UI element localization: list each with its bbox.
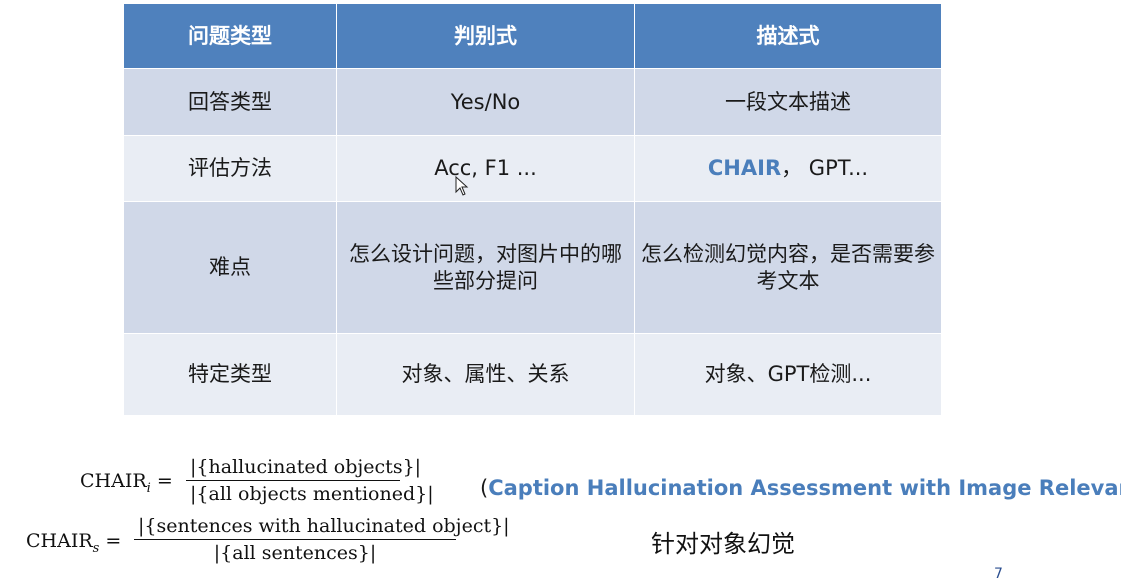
formula-chair-s-sub: s (92, 540, 100, 556)
caption-text: Caption Hallucination Assessment with Im… (488, 476, 1121, 500)
caption-open-paren: ( (480, 476, 489, 500)
formula-chair-i-numerator: |{hallucinated objects}| (190, 456, 422, 478)
cell-answer-discriminative: Yes/No (337, 69, 635, 136)
object-hallucination-note: 针对对象幻觉 (651, 530, 795, 558)
chair-label: CHAIR (707, 156, 782, 180)
row-label-eval-method: 评估方法 (124, 136, 337, 202)
eval-descriptive-rest: ， GPT... (781, 156, 869, 180)
header-question-type: 问题类型 (124, 4, 337, 69)
row-label-difficulty: 难点 (124, 202, 337, 334)
cell-type-descriptive: 对象、GPT检测... (635, 334, 941, 416)
formula-chair-s-numerator: |{sentences with hallucinated object}| (138, 515, 510, 537)
formula-chair-s-denominator: |{all sentences}| (213, 542, 377, 564)
formula-chair-i-fraction: |{hallucinated objects}| |{all objects m… (186, 456, 434, 505)
cell-difficulty-descriptive: 怎么检测幻觉内容，是否需要参考文本 (635, 202, 941, 334)
row-label-specific-type: 特定类型 (124, 334, 337, 416)
header-descriptive: 描述式 (635, 4, 941, 69)
formula-chair-i-name: CHAIR (80, 470, 147, 492)
chair-expansion-caption: (Caption Hallucination Assessment with I… (480, 476, 1121, 500)
cell-type-discriminative: 对象、属性、关系 (337, 334, 635, 416)
cell-difficulty-discriminative: 怎么设计问题，对图片中的哪些部分提问 (337, 202, 635, 334)
fraction-bar (134, 539, 456, 540)
formula-chair-s-lhs: CHAIRs = (26, 530, 122, 556)
formula-chair-s-fraction: |{sentences with hallucinated object}| |… (134, 515, 510, 564)
formula-chair-i-sub: i (146, 480, 151, 496)
comparison-table: 问题类型 判别式 描述式 回答类型 Yes/No 一段文本描述 评估方法 Acc… (124, 4, 941, 416)
formula-chair-s-name: CHAIR (26, 530, 93, 552)
cell-answer-descriptive: 一段文本描述 (635, 69, 941, 136)
formula-chair-i-denominator: |{all objects mentioned}| (190, 483, 434, 505)
formula-chair-i-lhs: CHAIRi = (80, 470, 173, 496)
fraction-bar (186, 480, 400, 481)
mouse-pointer-icon (455, 176, 469, 196)
cell-eval-descriptive: CHAIR， GPT... (635, 136, 941, 202)
cell-eval-discriminative: Acc, F1 ... (337, 136, 635, 202)
header-discriminative: 判别式 (337, 4, 635, 69)
row-label-answer-type: 回答类型 (124, 69, 337, 136)
